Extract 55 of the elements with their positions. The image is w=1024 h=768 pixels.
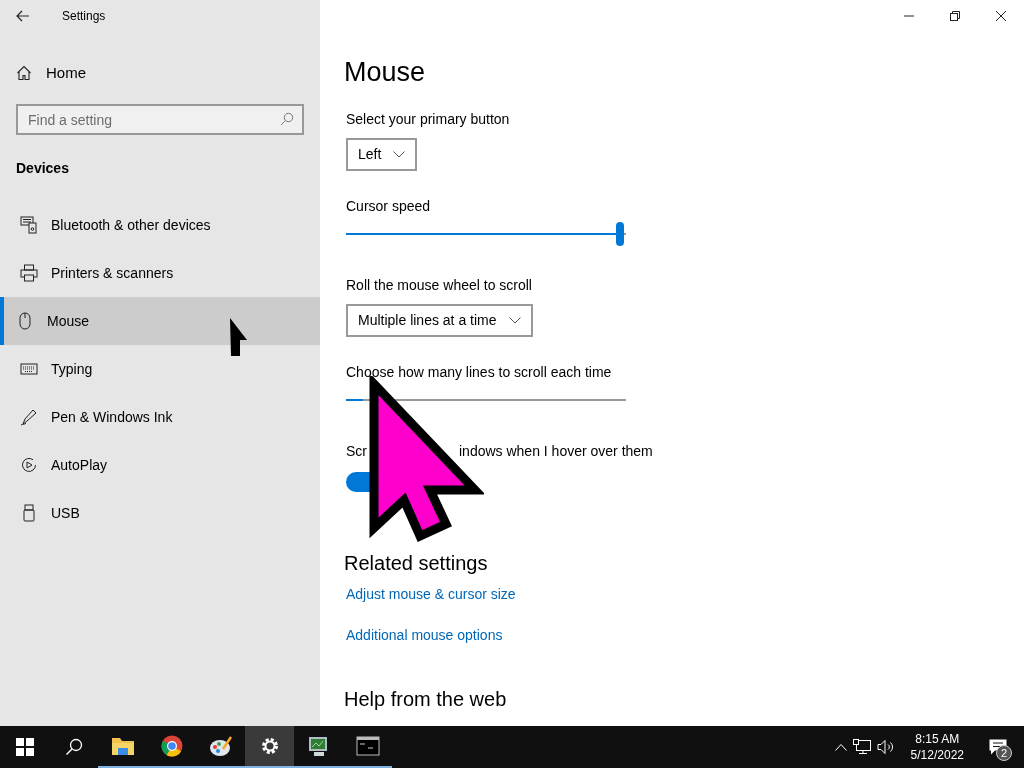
keyboard-icon [20, 360, 38, 378]
nav-item[interactable]: AutoPlay [0, 441, 320, 489]
autoplay-icon [20, 456, 38, 474]
search-icon [280, 112, 294, 126]
dropdown[interactable]: Left [346, 138, 418, 172]
settings-link[interactable]: Additional mouse options [346, 625, 503, 647]
close-icon [996, 11, 1006, 21]
section-heading: Devices [16, 159, 70, 178]
setting-label: indows when I hover over them [459, 443, 653, 460]
browser-icon[interactable] [160, 735, 183, 757]
home-icon [16, 65, 32, 81]
setting-label: Cursor speed [346, 197, 432, 217]
count-badge: 2 [996, 745, 1012, 761]
network-icon[interactable] [852, 739, 871, 755]
page-title: Mouse [344, 56, 427, 89]
setting-label: Select your primary button [346, 110, 511, 130]
nav-item[interactable]: Pen & Windows Ink [0, 393, 320, 441]
window-title: Settings [62, 8, 106, 25]
pen-icon [20, 408, 38, 426]
taskbar-button[interactable] [245, 726, 294, 768]
setting-label: Choose how many lines to scroll each time [346, 363, 613, 383]
nav-item[interactable]: USB [0, 489, 320, 537]
slider-track[interactable] [344, 222, 628, 247]
palette-icon[interactable] [208, 735, 233, 757]
slider-thumb[interactable] [616, 222, 625, 247]
settings-link[interactable]: Adjust mouse & cursor size [346, 584, 516, 606]
settings-icon[interactable] [259, 736, 280, 756]
search-icon[interactable] [64, 738, 83, 756]
volume-icon[interactable] [876, 739, 895, 755]
printer-icon [20, 264, 38, 282]
folder-icon[interactable] [110, 736, 135, 756]
nav-item[interactable]: Printers & scanners [0, 249, 320, 297]
mouse-icon [16, 312, 34, 330]
terminal-icon[interactable] [355, 736, 380, 756]
back-icon [16, 10, 30, 22]
section-heading: Related settings [344, 551, 489, 577]
clock[interactable]: 8:15 AM 5/12/2022 [910, 730, 964, 764]
setting-label: Scr [346, 443, 367, 460]
devices-icon [20, 216, 38, 234]
notifications-button[interactable]: 2 [980, 726, 1016, 768]
search-field[interactable]: Find a setting [16, 104, 304, 135]
dropdown[interactable]: Multiple lines at a time [346, 304, 533, 338]
usb-icon [20, 504, 38, 522]
setting-label: Roll the mouse wheel to scroll [346, 276, 533, 296]
start-icon[interactable] [15, 738, 34, 756]
chevron-down-icon [508, 317, 521, 325]
nav-item[interactable]: Mouse [0, 297, 320, 345]
restore-icon [950, 11, 960, 21]
section-heading: Help from the web [344, 687, 508, 713]
chevron-up-icon[interactable] [834, 743, 847, 751]
nav-item[interactable]: Bluetooth & other devices [0, 201, 320, 249]
home-link[interactable]: Home [0, 52, 320, 94]
nav-item[interactable]: Typing [0, 345, 320, 393]
cursor-icon [229, 317, 248, 357]
chevron-down-icon [393, 151, 406, 159]
